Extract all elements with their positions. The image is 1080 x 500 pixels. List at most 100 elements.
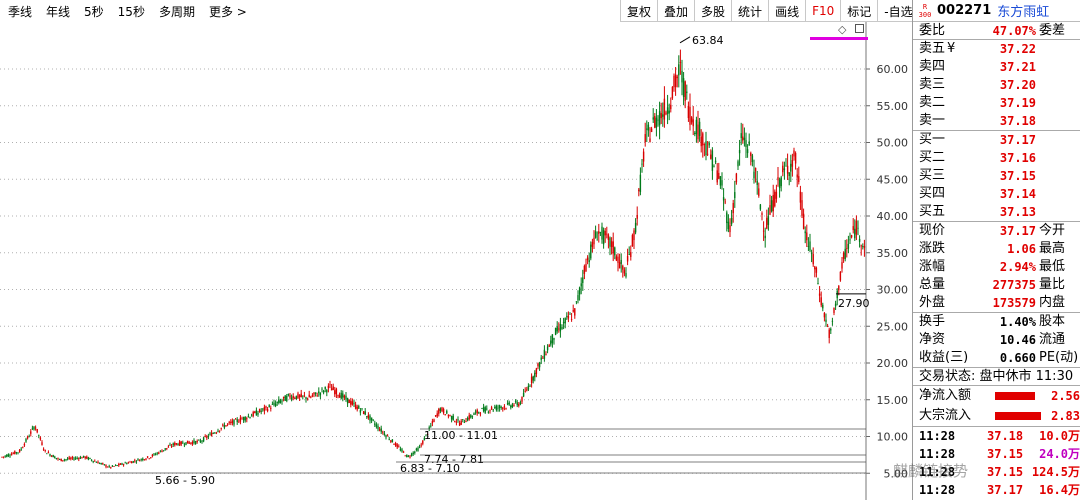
candle-body	[95, 462, 98, 463]
candle-body	[678, 64, 680, 76]
candle-body	[324, 386, 326, 389]
candle-body	[351, 401, 354, 405]
candle-body	[204, 436, 206, 437]
candle-body	[260, 410, 262, 412]
order-row[interactable]: 卖五 ¥37.22	[913, 40, 1080, 58]
tick-row[interactable]: 11:28 37.17 16.4万	[913, 481, 1080, 499]
candle-body	[670, 104, 672, 110]
weibi-label: 委比	[919, 23, 946, 38]
candle-body	[559, 324, 562, 332]
toolbar-button-1[interactable]: 叠加	[657, 0, 694, 22]
stat-row[interactable]: 涨跌 1.06 最高	[913, 240, 1080, 258]
order-row[interactable]: 买三 37.15	[913, 167, 1080, 185]
candle-body	[15, 452, 18, 454]
candle-body	[175, 443, 178, 445]
candle-body	[802, 213, 805, 229]
period-item-0[interactable]: 季线	[8, 3, 32, 20]
high-label: 63.84	[692, 34, 724, 47]
stock-name[interactable]: 东方雨虹	[997, 1, 1049, 20]
candle-body	[182, 442, 184, 444]
candle-body	[442, 409, 445, 414]
candle-body	[57, 458, 59, 459]
candle-body	[855, 220, 858, 235]
stat-row[interactable]: 现价 37.17 今开	[913, 222, 1080, 240]
row-label: 换手	[919, 314, 946, 329]
period-item-1[interactable]: 年线	[46, 3, 70, 20]
candle-body	[138, 460, 141, 462]
toolbar-button-3[interactable]: 统计	[731, 0, 768, 22]
stat-row[interactable]: 收益(三) 0.660 PE(动)	[913, 349, 1080, 367]
order-price: 37.22	[999, 42, 1036, 56]
candle-body	[401, 449, 403, 452]
candle-body	[578, 287, 581, 295]
candle-body	[612, 241, 614, 254]
order-row[interactable]: 卖三 37.20	[913, 76, 1080, 94]
window-toggle-icon[interactable]	[855, 24, 864, 33]
candle-body	[303, 395, 306, 397]
candle-body	[177, 444, 179, 446]
period-item-4[interactable]: 多周期	[159, 3, 195, 20]
period-item-2[interactable]: 5秒	[84, 3, 104, 20]
stat-row[interactable]: 净资 10.46 流通	[913, 331, 1080, 349]
candle-body	[162, 450, 165, 452]
candle-body	[330, 388, 333, 391]
stat-row[interactable]: 换手 1.40% 股本	[913, 313, 1080, 331]
candle-body	[839, 271, 842, 281]
candle-body	[358, 406, 360, 409]
candle-body	[134, 460, 136, 462]
period-item-3[interactable]: 15秒	[118, 3, 145, 20]
candle-body	[770, 200, 773, 212]
candle-body	[766, 217, 768, 229]
candle-body	[679, 62, 682, 63]
order-row[interactable]: 买一 37.17	[913, 131, 1080, 149]
order-row[interactable]: 买四 37.14	[913, 185, 1080, 203]
tick-row[interactable]: 11:28 37.18 10.0万	[913, 427, 1080, 445]
candle-body	[111, 465, 114, 467]
order-row[interactable]: 买五 37.13	[913, 203, 1080, 221]
period-item-5[interactable]: 更多 >	[209, 3, 247, 20]
stat-row[interactable]: 外盘 173579 内盘	[913, 294, 1080, 312]
trade-status: 交易状态: 盘中休市 11:30	[913, 368, 1080, 386]
candle-body	[449, 415, 451, 416]
candle-body	[97, 461, 99, 464]
order-row[interactable]: 卖四 37.21	[913, 58, 1080, 76]
order-row[interactable]: 卖一 37.18	[913, 112, 1080, 130]
candle-body	[682, 78, 685, 97]
candle-body	[49, 454, 51, 456]
row-label: 卖一	[919, 113, 946, 128]
candle-body	[436, 413, 438, 417]
candle-body	[73, 458, 75, 460]
candle-body	[313, 392, 315, 395]
toolbar-button-2[interactable]: 多股	[694, 0, 731, 22]
recent-low-label: 27.90	[838, 297, 870, 310]
candle-body	[105, 465, 107, 467]
flow-bar	[995, 392, 1035, 400]
diamond-icon[interactable]: ◇	[838, 23, 846, 36]
candle-body	[543, 349, 546, 359]
stat-row[interactable]: 总量 277375 量比	[913, 276, 1080, 294]
candle-body	[302, 395, 304, 397]
row-label: 总量	[919, 277, 946, 292]
candle-body	[778, 179, 781, 189]
candle-body	[782, 165, 784, 173]
kline-chart-svg[interactable]: 60.00 55.00 50.00 45.00 40.00 35.00 30.00 25.00…	[0, 22, 912, 500]
row-label-2: 量比	[1039, 277, 1066, 292]
toolbar-button-4[interactable]: 画线	[768, 0, 805, 22]
candle-body	[743, 137, 746, 140]
stat-row[interactable]: 涨幅 2.94% 最低	[913, 258, 1080, 276]
candle-body	[630, 252, 632, 258]
candle-body	[473, 413, 475, 415]
toolbar-button-0[interactable]: 复权	[620, 0, 657, 22]
candle-body	[470, 415, 472, 418]
y-tick-label: 25.00	[877, 320, 909, 333]
candle-body	[799, 191, 802, 203]
toolbar-button-6[interactable]: 标记	[840, 0, 877, 22]
candle-body	[271, 404, 274, 405]
candle-body	[257, 412, 259, 415]
candle-body	[468, 415, 470, 420]
toolbar-button-5[interactable]: F10	[805, 0, 840, 22]
order-row[interactable]: 买二 37.16	[913, 149, 1080, 167]
kline-chart[interactable]: 60.00 55.00 50.00 45.00 40.00 35.00 30.00 25.00…	[0, 22, 912, 500]
candle-body	[122, 464, 125, 466]
order-row[interactable]: 卖二 37.19	[913, 94, 1080, 112]
